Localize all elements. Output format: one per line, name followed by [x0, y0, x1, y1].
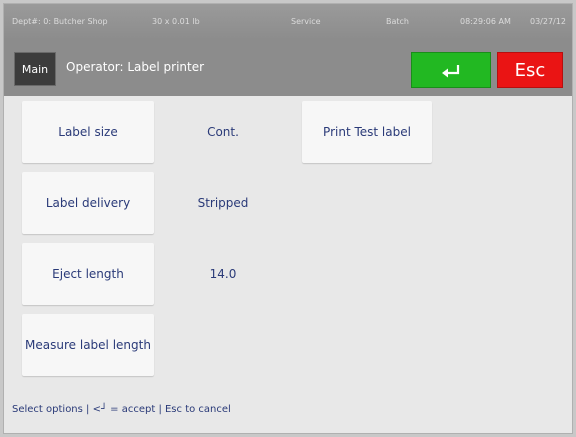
time-status: 08:29:06 AM [460, 17, 511, 26]
label-delivery-value: Stripped [197, 196, 249, 210]
main-button[interactable]: Main [14, 52, 56, 86]
date-status: 03/27/12 [530, 17, 566, 26]
service-status: Service [291, 17, 321, 26]
app-window: Dept#: 0: Butcher Shop 30 x 0.01 lb Serv… [3, 3, 573, 434]
label-size-button[interactable]: Label size [22, 101, 154, 163]
print-test-label-button[interactable]: Print Test label [302, 101, 432, 163]
status-bar: Dept#: 0: Butcher Shop 30 x 0.01 lb Serv… [4, 4, 572, 40]
accept-button[interactable] [411, 52, 491, 88]
eject-length-value: 14.0 [209, 267, 237, 281]
enter-arrow-icon [442, 65, 460, 78]
measure-label-length-button[interactable]: Measure label length [22, 314, 154, 376]
footer-hint: Select options | <┘ = accept | Esc to ca… [12, 404, 231, 415]
batch-status: Batch [386, 17, 409, 26]
eject-length-button[interactable]: Eject length [22, 243, 154, 305]
scale-status: 30 x 0.01 lb [152, 17, 200, 26]
dept-status: Dept#: 0: Butcher Shop [12, 17, 108, 26]
header-bar: Main Operator: Label printer Esc [4, 40, 572, 96]
page-title: Operator: Label printer [66, 60, 205, 74]
label-size-value: Cont. [207, 125, 239, 139]
label-delivery-button[interactable]: Label delivery [22, 172, 154, 234]
esc-button[interactable]: Esc [497, 52, 563, 88]
